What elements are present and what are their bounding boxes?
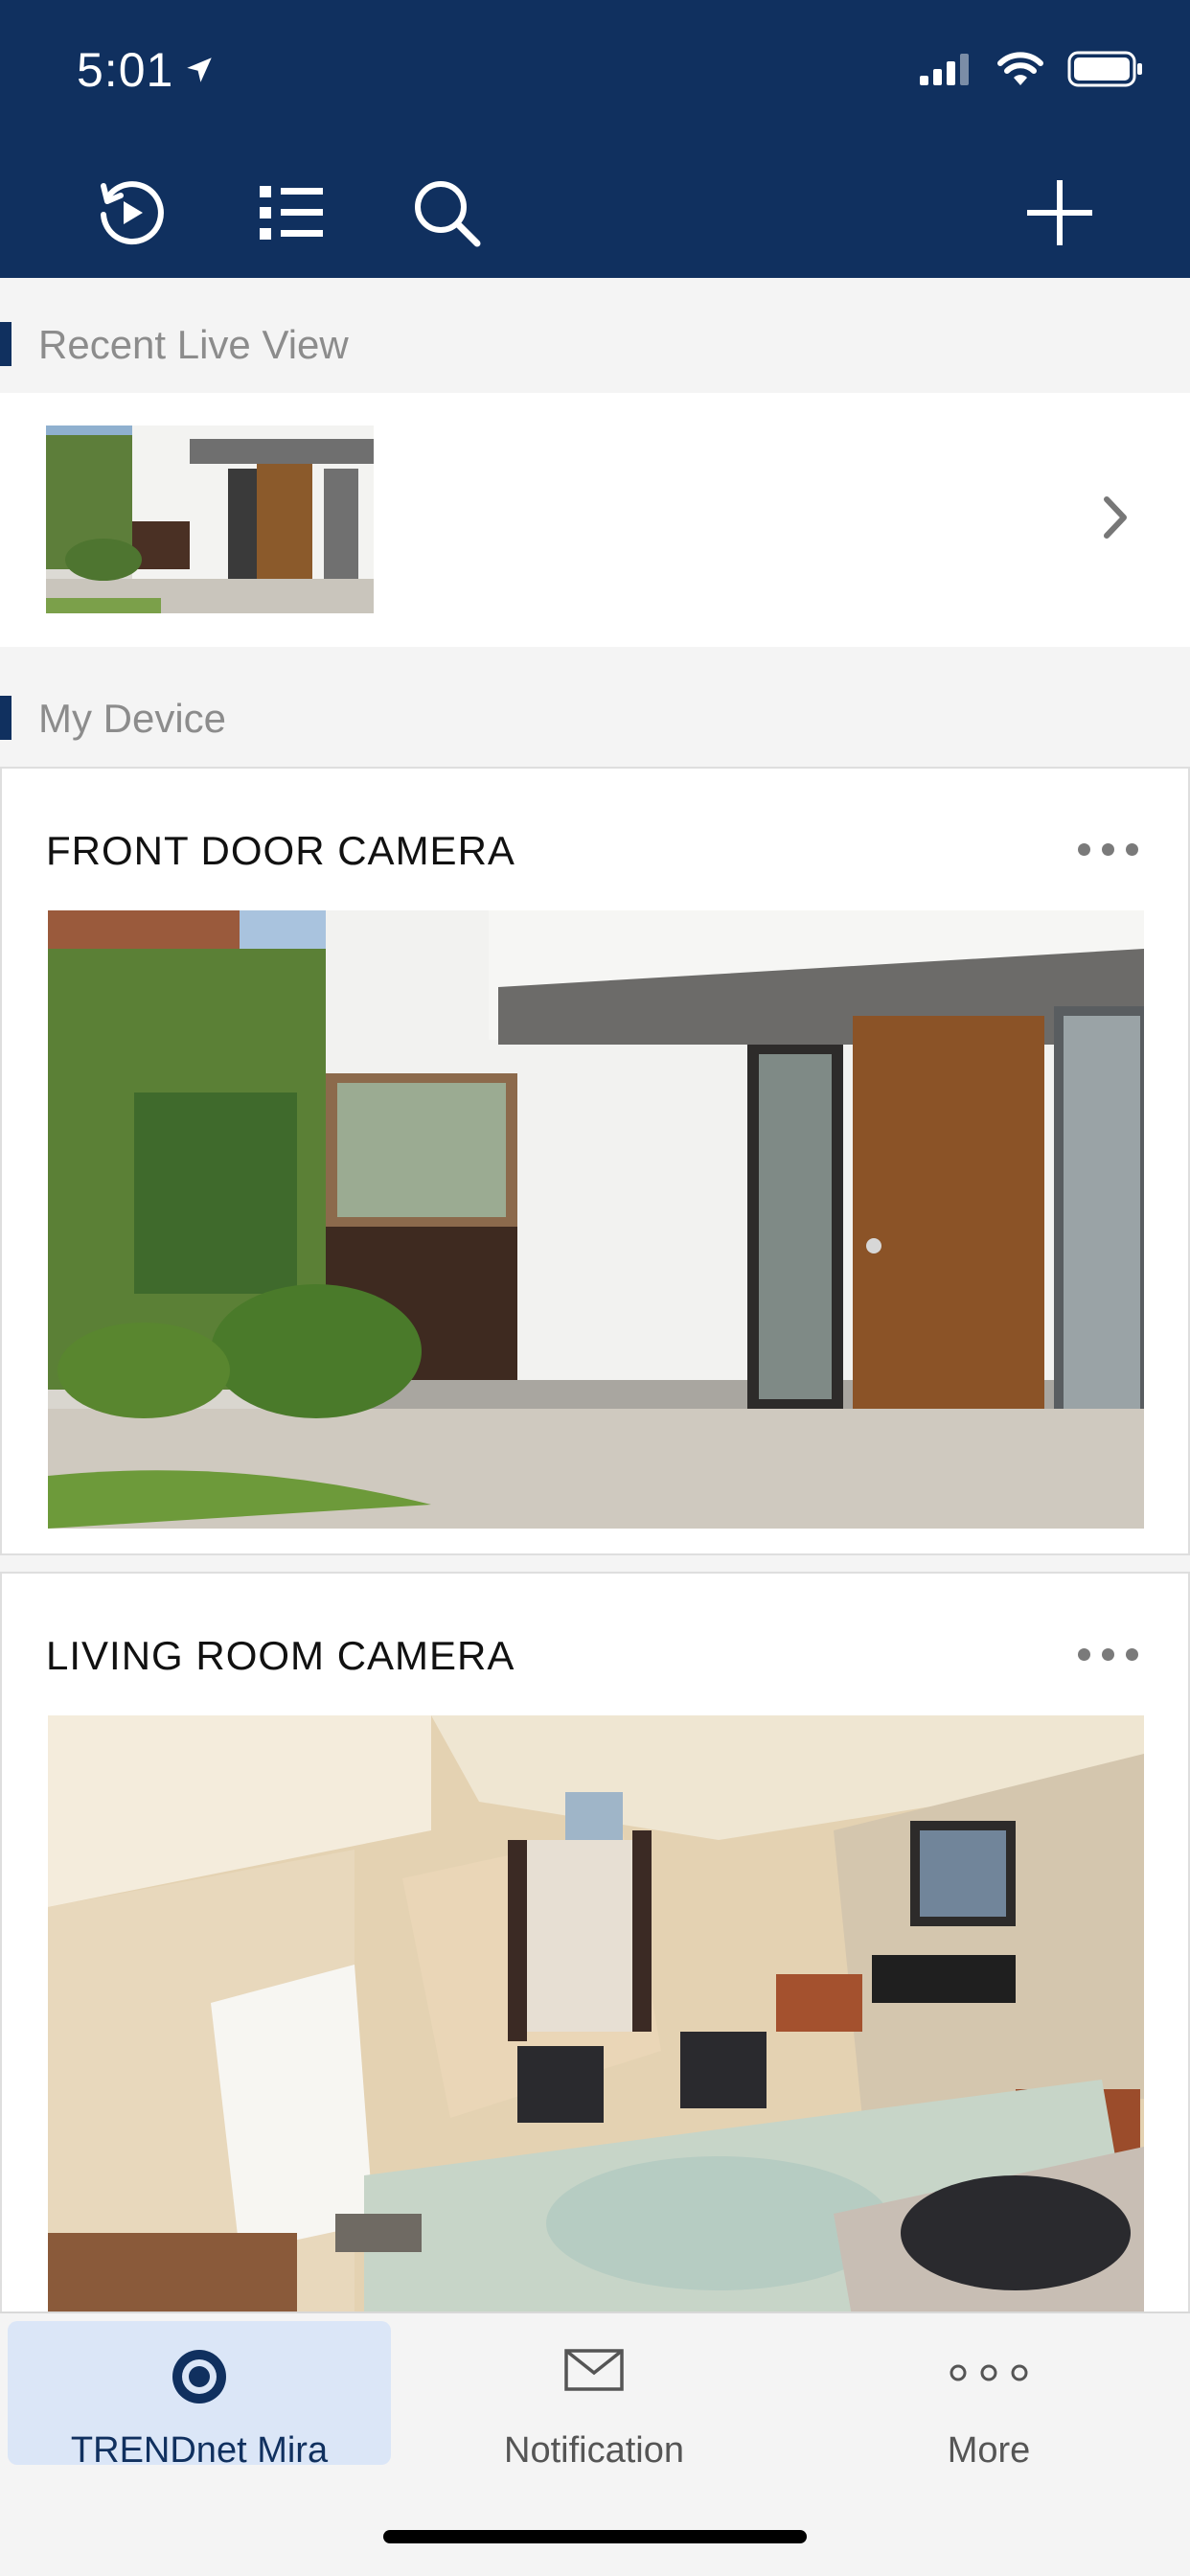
more-dots-icon <box>949 2363 1029 2387</box>
add-icon[interactable] <box>1019 172 1100 253</box>
device-name: FRONT DOOR CAMERA <box>46 828 515 873</box>
wifi-icon <box>997 52 1043 85</box>
battery-icon <box>1067 51 1142 87</box>
recent-live-view-item[interactable] <box>0 393 1190 647</box>
toolbar <box>0 163 1190 259</box>
my-device-header: My Device <box>0 652 1190 767</box>
tab-label: More <box>947 2430 1031 2471</box>
status-time: 5:01 <box>77 42 216 98</box>
top-header: 5:01 <box>0 0 1190 278</box>
status-time-text: 5:01 <box>77 43 174 97</box>
tab-notification[interactable]: Notification <box>402 2321 786 2471</box>
recent-live-view-title: Recent Live View <box>38 322 349 367</box>
tab-trendnet-mira[interactable]: TRENDnet Mira <box>8 2321 391 2471</box>
section-accent-bar <box>0 696 11 740</box>
tab-more[interactable]: More <box>797 2321 1180 2471</box>
more-options-icon[interactable] <box>1070 1641 1146 1668</box>
camera-icon <box>169 2346 230 2412</box>
search-icon[interactable] <box>406 172 487 253</box>
status-indicators <box>920 50 1144 88</box>
signal-icon <box>920 54 969 85</box>
my-device-title: My Device <box>38 696 227 741</box>
section-accent-bar <box>0 322 11 366</box>
location-arrow-icon <box>187 58 213 82</box>
device-card-front-door[interactable]: FRONT DOOR CAMERA <box>0 767 1190 1555</box>
recent-live-view-thumbnail <box>46 426 374 613</box>
living-room-camera-preview[interactable] <box>48 1715 1144 2321</box>
front-door-camera-preview[interactable] <box>48 910 1144 1529</box>
home-indicator[interactable] <box>383 2530 807 2543</box>
list-icon[interactable] <box>251 172 332 253</box>
device-card-living-room[interactable]: LIVING ROOM CAMERA <box>0 1572 1190 2321</box>
chevron-right-icon <box>1087 489 1144 546</box>
device-name: LIVING ROOM CAMERA <box>46 1633 515 1678</box>
tab-label: TRENDnet Mira <box>70 2430 329 2471</box>
envelope-icon <box>563 2346 625 2399</box>
playback-icon[interactable] <box>90 172 171 253</box>
recent-live-view-header: Recent Live View <box>0 278 1190 393</box>
tab-label: Notification <box>504 2430 684 2471</box>
more-options-icon[interactable] <box>1070 836 1146 863</box>
